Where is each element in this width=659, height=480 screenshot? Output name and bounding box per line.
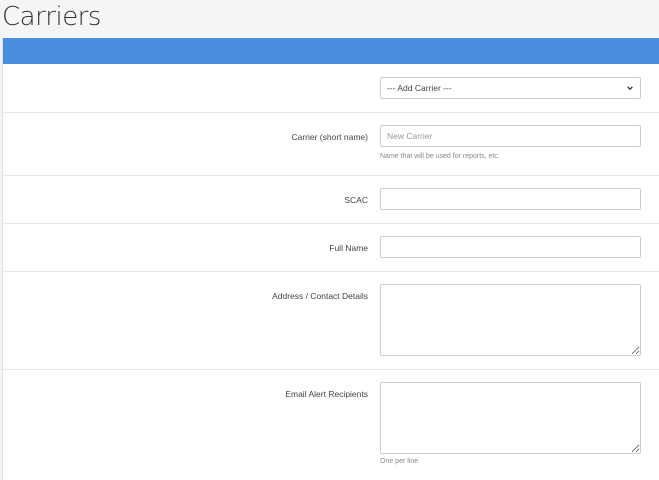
chevron-down-icon bbox=[627, 86, 633, 91]
address-label: Address / Contact Details bbox=[272, 291, 368, 301]
page-title: Carriers bbox=[2, 2, 101, 32]
email-alerts-textarea[interactable] bbox=[380, 382, 641, 454]
email-alerts-row: Email Alert Recipients One per line bbox=[3, 370, 659, 480]
address-textarea[interactable] bbox=[380, 284, 641, 356]
full-name-label: Full Name bbox=[329, 243, 368, 253]
full-name-input[interactable] bbox=[380, 236, 641, 258]
address-row: Address / Contact Details bbox=[3, 272, 659, 370]
scac-input[interactable] bbox=[380, 188, 641, 210]
scac-label: SCAC bbox=[344, 195, 368, 205]
carrier-select-value: --- Add Carrier --- bbox=[387, 83, 452, 93]
short-name-help: Name that will be used for reports, etc. bbox=[380, 153, 500, 160]
scac-row: SCAC bbox=[3, 176, 659, 224]
carrier-form-panel: --- Add Carrier --- Carrier (short name)… bbox=[2, 38, 659, 480]
carrier-select-row: --- Add Carrier --- bbox=[3, 64, 659, 113]
short-name-label: Carrier (short name) bbox=[291, 132, 368, 142]
short-name-row: Carrier (short name) Name that will be u… bbox=[3, 113, 659, 176]
panel-header-bar bbox=[3, 38, 659, 64]
full-name-row: Full Name bbox=[3, 224, 659, 272]
carrier-select[interactable]: --- Add Carrier --- bbox=[380, 77, 641, 99]
email-alerts-label: Email Alert Recipients bbox=[285, 389, 368, 399]
email-alerts-help: One per line bbox=[380, 458, 419, 465]
short-name-input[interactable] bbox=[380, 125, 641, 147]
